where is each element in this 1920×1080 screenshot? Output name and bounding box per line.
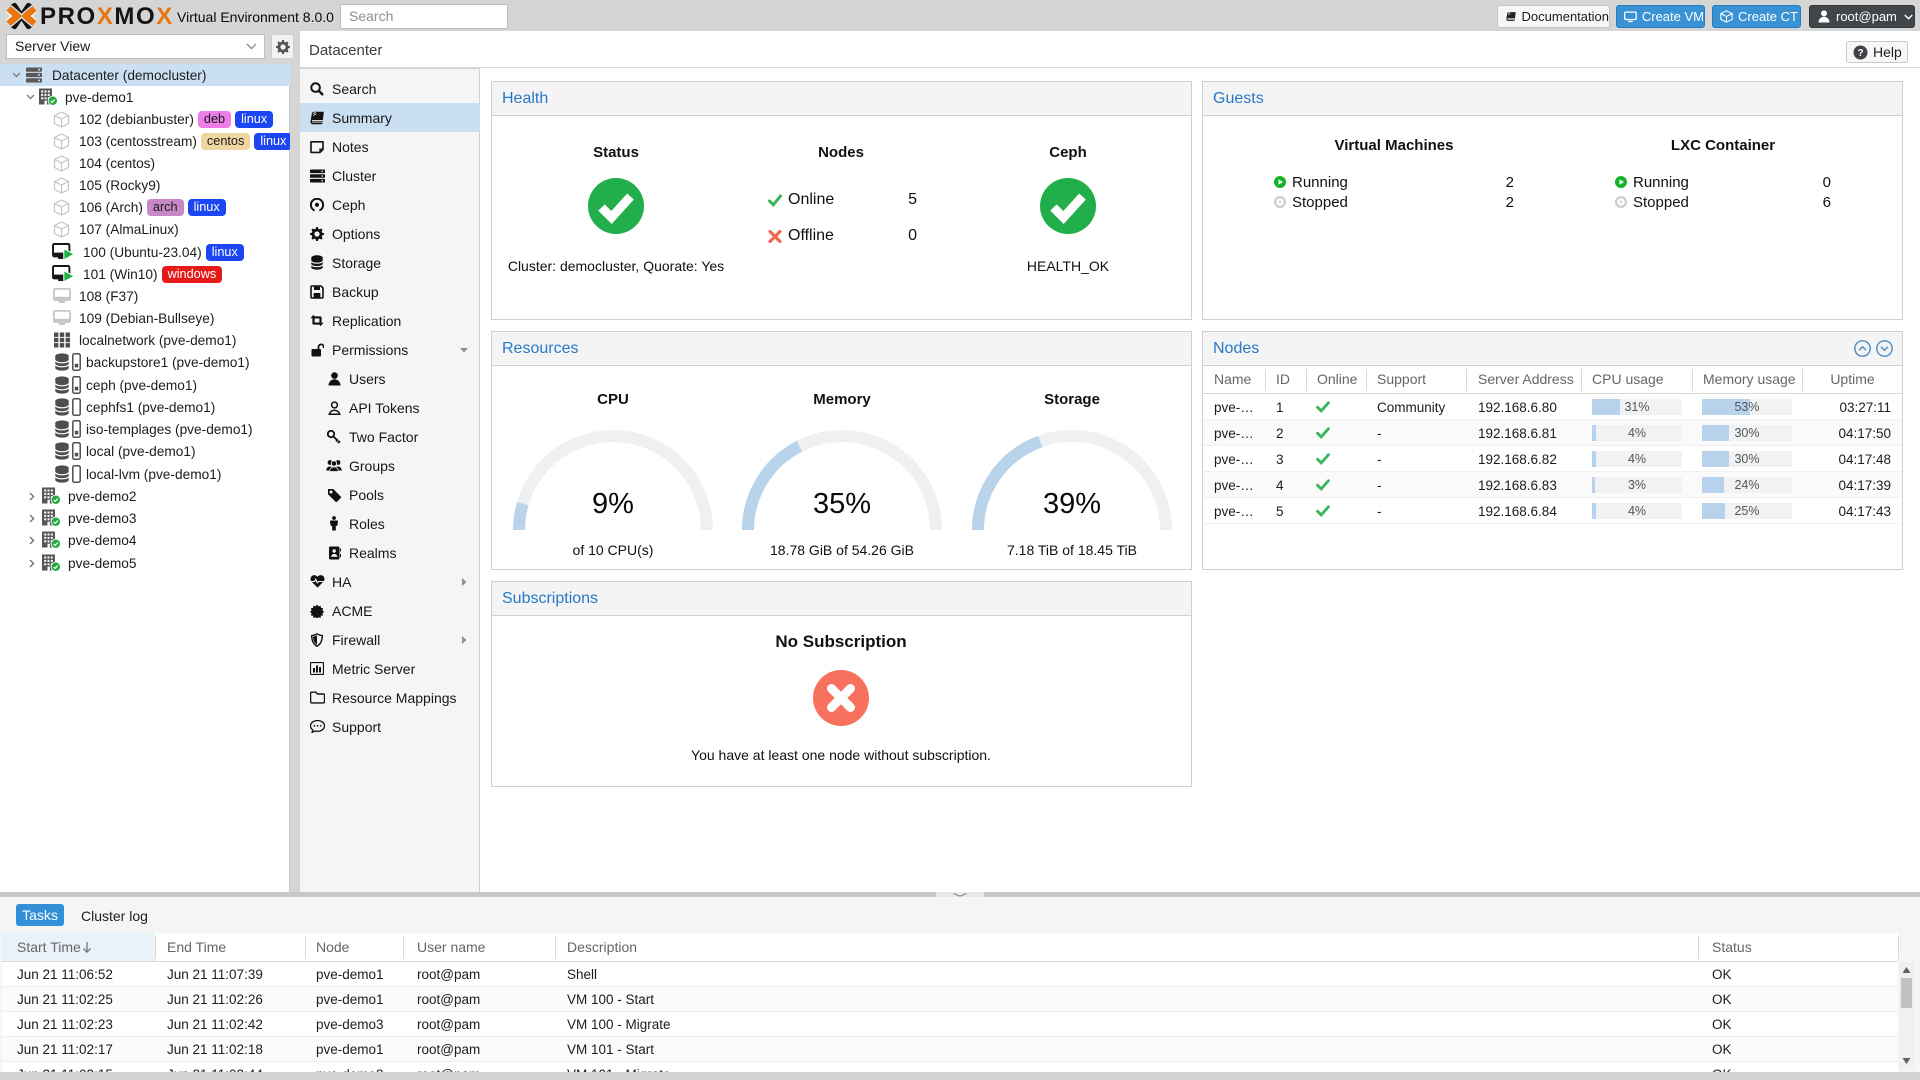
svg-text:?: ?	[1857, 48, 1863, 59]
